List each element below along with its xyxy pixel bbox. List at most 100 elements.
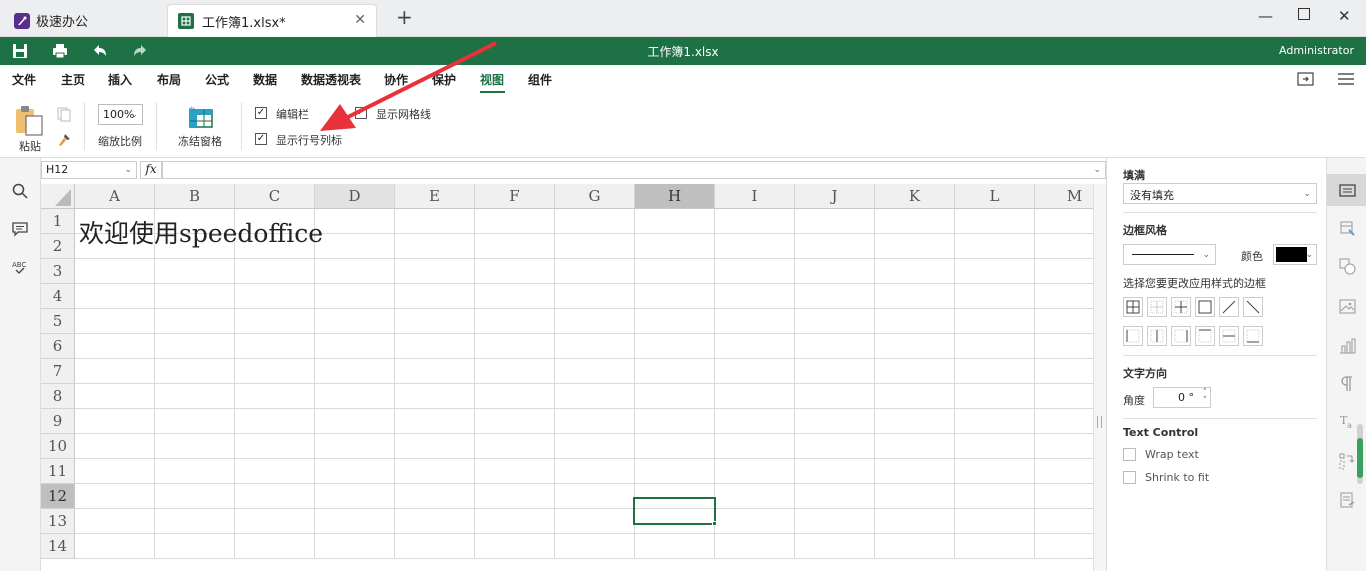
cell-b14[interactable] [155, 534, 235, 559]
zoom-select[interactable]: 100% ⌄ [98, 104, 143, 125]
shape-settings-icon[interactable] [1339, 258, 1356, 275]
cell-e14[interactable] [395, 534, 475, 559]
menu-file[interactable]: 文件 [12, 71, 36, 88]
cell-b7[interactable] [155, 359, 235, 384]
cell-j3[interactable] [795, 259, 875, 284]
cell-l8[interactable] [955, 384, 1035, 409]
print-icon[interactable] [50, 41, 70, 61]
cell-m14[interactable] [1035, 534, 1093, 559]
freeze-panes-icon[interactable]: ❄ [186, 104, 214, 128]
cell-b6[interactable] [155, 334, 235, 359]
cell-h6[interactable] [635, 334, 715, 359]
cell-k6[interactable] [875, 334, 955, 359]
row-header-5[interactable]: 5 [41, 309, 75, 334]
cell-m10[interactable] [1035, 434, 1093, 459]
cell-k14[interactable] [875, 534, 955, 559]
border-inner-horizontal-button[interactable] [1219, 326, 1239, 346]
menu-layout[interactable]: 布局 [157, 71, 181, 88]
cell-c6[interactable] [235, 334, 315, 359]
cell-d11[interactable] [315, 459, 395, 484]
cell-g7[interactable] [555, 359, 635, 384]
cell-c5[interactable] [235, 309, 315, 334]
cell-b4[interactable] [155, 284, 235, 309]
cell-k2[interactable] [875, 234, 955, 259]
cell-j10[interactable] [795, 434, 875, 459]
cell-l11[interactable] [955, 459, 1035, 484]
cell-m9[interactable] [1035, 409, 1093, 434]
minimize-icon[interactable]: — [1258, 7, 1273, 25]
new-tab-icon[interactable]: + [396, 5, 413, 29]
cell-a12[interactable] [75, 484, 155, 509]
panel-splitter[interactable] [1093, 184, 1106, 571]
row-header-10[interactable]: 10 [41, 434, 75, 459]
cell-k9[interactable] [875, 409, 955, 434]
cell-e11[interactable] [395, 459, 475, 484]
undo-icon[interactable] [90, 41, 110, 61]
cell-i9[interactable] [715, 409, 795, 434]
fill-select[interactable]: 没有填充 ⌄ [1123, 183, 1317, 204]
column-header-c[interactable]: C [235, 184, 315, 209]
cell-f2[interactable] [475, 234, 555, 259]
signature-icon[interactable] [1339, 492, 1356, 509]
cell-l9[interactable] [955, 409, 1035, 434]
column-header-m[interactable]: M [1035, 184, 1093, 209]
row-header-1[interactable]: 1 [41, 209, 75, 234]
column-header-b[interactable]: B [155, 184, 235, 209]
cell-g5[interactable] [555, 309, 635, 334]
formula-input[interactable]: ⌄ [162, 161, 1106, 179]
menu-insert[interactable]: 插入 [108, 71, 132, 88]
cell-i11[interactable] [715, 459, 795, 484]
cell-b11[interactable] [155, 459, 235, 484]
cell-c12[interactable] [235, 484, 315, 509]
row-header-12[interactable]: 12 [41, 484, 75, 509]
cell-l4[interactable] [955, 284, 1035, 309]
cell-l14[interactable] [955, 534, 1035, 559]
cell-i12[interactable] [715, 484, 795, 509]
tab-workbook[interactable]: 工作簿1.xlsx* ✕ [167, 4, 377, 37]
border-bottom-button[interactable] [1243, 326, 1263, 346]
row-header-11[interactable]: 11 [41, 459, 75, 484]
cell-a9[interactable] [75, 409, 155, 434]
cell-e2[interactable] [395, 234, 475, 259]
border-top-button[interactable] [1195, 326, 1215, 346]
border-outer-button[interactable] [1195, 297, 1215, 317]
column-header-h[interactable]: H [635, 184, 715, 209]
cell-c10[interactable] [235, 434, 315, 459]
border-inner-cross-button[interactable] [1171, 297, 1191, 317]
cell-l2[interactable] [955, 234, 1035, 259]
cell-c7[interactable] [235, 359, 315, 384]
cell-a3[interactable] [75, 259, 155, 284]
cell-j8[interactable] [795, 384, 875, 409]
cell-e10[interactable] [395, 434, 475, 459]
cell-h10[interactable] [635, 434, 715, 459]
spreadsheet-grid[interactable]: ABCDEFGHIJKLM 1 2 3 4 5 6 7 8 9 10 11 12 13 14 欢迎使用sp… [41, 184, 1093, 571]
column-header-l[interactable]: L [955, 184, 1035, 209]
chevron-down-icon[interactable]: ⌄ [1093, 165, 1101, 175]
cell-e13[interactable] [395, 509, 475, 534]
column-header-j[interactable]: J [795, 184, 875, 209]
cell-m1[interactable] [1035, 209, 1093, 234]
cell-c9[interactable] [235, 409, 315, 434]
cell-e7[interactable] [395, 359, 475, 384]
border-left-button[interactable] [1123, 326, 1143, 346]
tab-home[interactable]: 极速办公 [4, 4, 162, 37]
cell-j12[interactable] [795, 484, 875, 509]
cell-l6[interactable] [955, 334, 1035, 359]
comment-icon[interactable] [11, 220, 29, 238]
cell-b9[interactable] [155, 409, 235, 434]
cell-g4[interactable] [555, 284, 635, 309]
cell-d9[interactable] [315, 409, 395, 434]
angle-input[interactable]: 0 ° ˄ ˅ [1153, 387, 1211, 408]
cell-b5[interactable] [155, 309, 235, 334]
column-header-g[interactable]: G [555, 184, 635, 209]
cell-d10[interactable] [315, 434, 395, 459]
save-icon[interactable] [10, 41, 30, 61]
cell-g6[interactable] [555, 334, 635, 359]
cell-c3[interactable] [235, 259, 315, 284]
cell-f6[interactable] [475, 334, 555, 359]
cell-d14[interactable] [315, 534, 395, 559]
menu-pivot[interactable]: 数据透视表 [301, 71, 361, 88]
cell-m8[interactable] [1035, 384, 1093, 409]
cell-k4[interactable] [875, 284, 955, 309]
cell-m6[interactable] [1035, 334, 1093, 359]
